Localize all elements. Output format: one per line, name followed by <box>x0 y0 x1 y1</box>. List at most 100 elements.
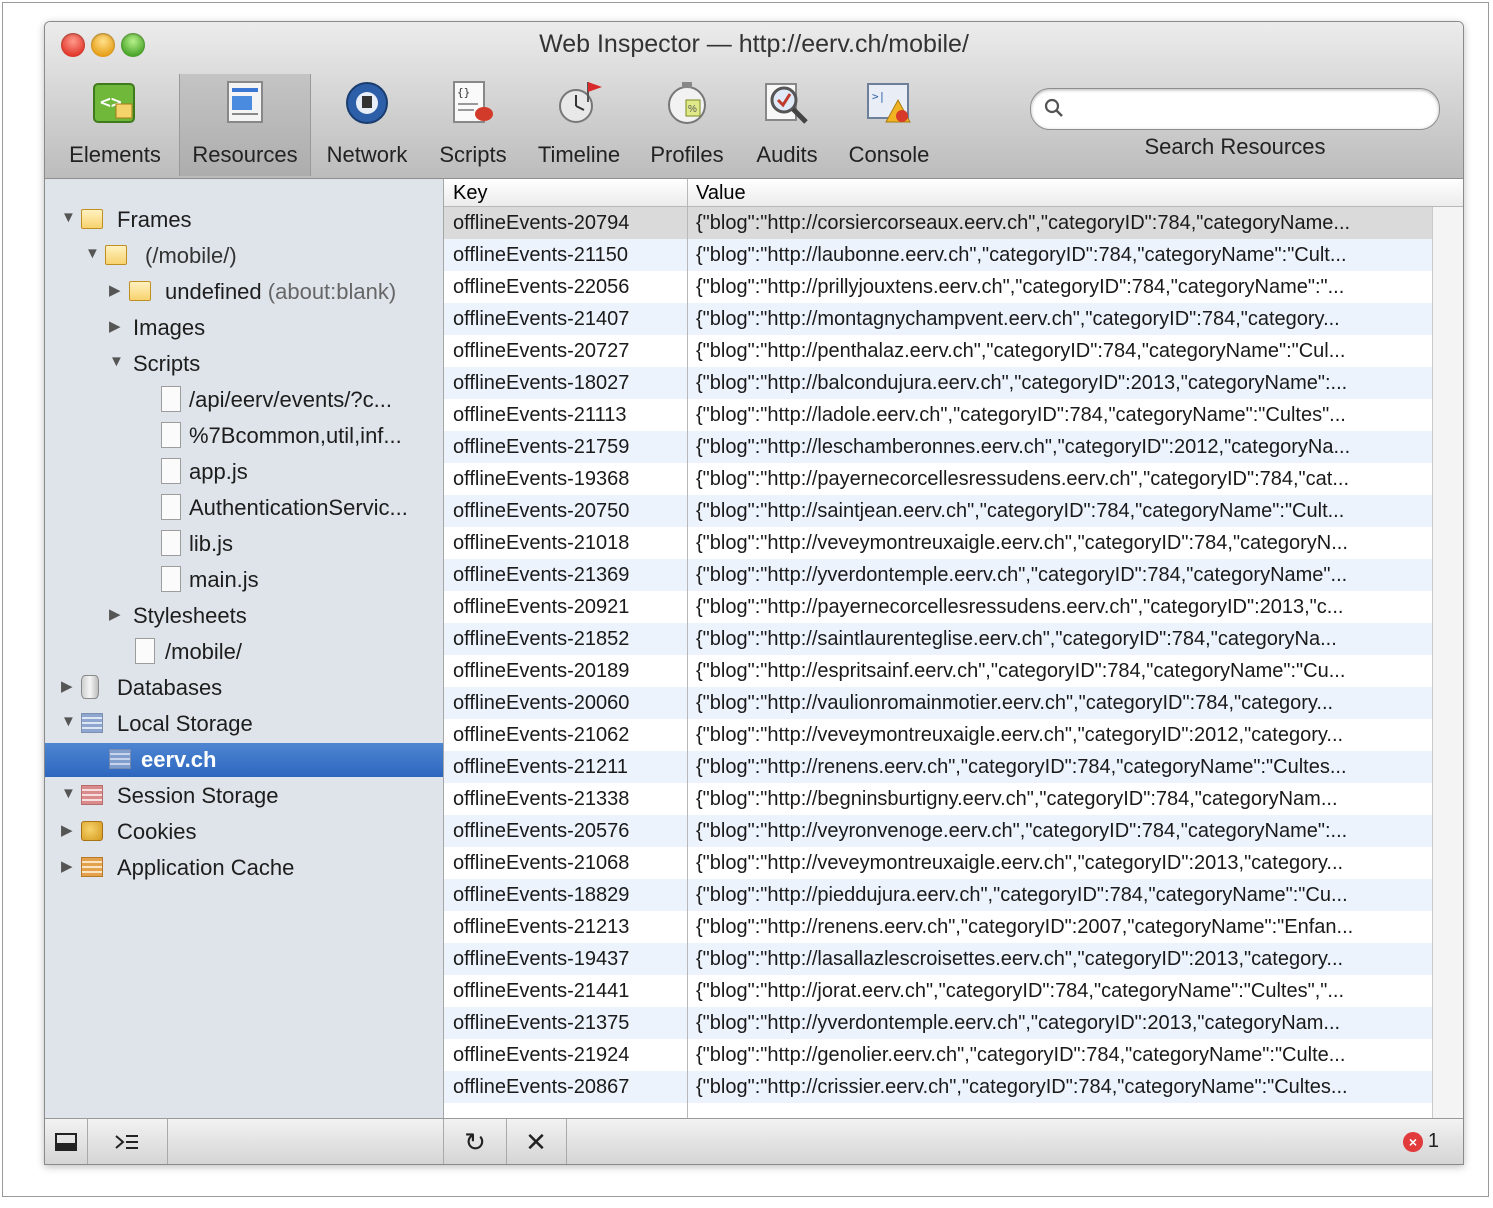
table-row[interactable]: offlineEvents-19368 {"blog":"http://payer… <box>444 463 1432 495</box>
application-cache-icon <box>81 857 103 877</box>
row-key: offlineEvents-21924 <box>453 1044 630 1066</box>
table-row[interactable]: offlineEvents-21338 {"blog":"http://begni… <box>444 783 1432 815</box>
table-row[interactable]: offlineEvents-21441 {"blog":"http://jorat… <box>444 975 1432 1007</box>
disclosure-collapsed-icon[interactable]: ▶ <box>61 677 73 695</box>
table-row[interactable]: offlineEvents-21213 {"blog":"http://renen… <box>444 911 1432 943</box>
tool-console[interactable]: >| Console <box>841 74 937 176</box>
tree-item-cookies[interactable]: ▶ Cookies <box>45 815 443 849</box>
table-row[interactable]: offlineEvents-20576 {"blog":"http://veyro… <box>444 815 1432 847</box>
search-resources-box[interactable] <box>1030 88 1440 130</box>
dock-button[interactable] <box>45 1119 88 1164</box>
row-key: offlineEvents-21759 <box>453 436 630 458</box>
tree-item-document[interactable]: /mobile/ <box>45 635 443 669</box>
tree-item-script[interactable]: app.js <box>45 455 443 489</box>
tool-network[interactable]: Network <box>317 74 417 176</box>
tool-audits[interactable]: Audits <box>745 74 829 176</box>
table-row[interactable]: offlineEvents-20794 {"blog":"http://corsi… <box>444 207 1432 239</box>
table-row[interactable]: offlineEvents-22056 {"blog":"http://prill… <box>444 271 1432 303</box>
row-value: {"blog":"http://ladole.eerv.ch","categor… <box>696 404 1346 426</box>
column-header-key[interactable]: Key <box>453 182 487 205</box>
table-row[interactable]: offlineEvents-20727 {"blog":"http://penth… <box>444 335 1432 367</box>
disclosure-collapsed-icon[interactable]: ▶ <box>109 317 121 335</box>
tree-item-local-storage-eerv[interactable]: eerv.ch <box>45 743 443 777</box>
error-count[interactable]: 1 <box>1428 1130 1439 1153</box>
tree-item-databases[interactable]: ▶ Databases <box>45 671 443 705</box>
table-row[interactable]: offlineEvents-21369 {"blog":"http://yverd… <box>444 559 1432 591</box>
table-row[interactable]: offlineEvents-20867 {"blog":"http://criss… <box>444 1071 1432 1103</box>
folder-icon <box>105 245 127 265</box>
tree-item-local-storage[interactable]: ▼ Local Storage <box>45 707 443 741</box>
console-toggle-button[interactable] <box>87 1119 168 1164</box>
window-title: Web Inspector — http://eerv.ch/mobile/ <box>539 30 969 58</box>
row-value: {"blog":"http://genolier.eerv.ch","categ… <box>696 1044 1346 1066</box>
table-row[interactable]: offlineEvents-20189 {"blog":"http://espri… <box>444 655 1432 687</box>
disclosure-expanded-icon[interactable]: ▼ <box>109 353 124 370</box>
table-row[interactable]: offlineEvents-21852 {"blog":"http://saint… <box>444 623 1432 655</box>
table-row[interactable]: offlineEvents-20060 {"blog":"http://vauli… <box>444 687 1432 719</box>
table-row[interactable]: offlineEvents-21068 {"blog":"http://vevey… <box>444 847 1432 879</box>
tool-label: Profiles <box>650 142 724 167</box>
svg-text:{}: {} <box>457 86 470 99</box>
tree-item-script[interactable]: /api/eerv/events/?c... <box>45 383 443 417</box>
row-value: {"blog":"http://montagnychampvent.eerv.c… <box>696 308 1340 330</box>
file-icon <box>161 566 181 592</box>
tree-item-session-storage[interactable]: ▼ Session Storage <box>45 779 443 813</box>
search-input[interactable] <box>1071 95 1425 123</box>
tool-scripts[interactable]: {} Scripts <box>433 74 513 176</box>
tree-item-label: (/mobile/) <box>145 243 237 268</box>
tool-resources[interactable]: Resources <box>179 74 311 176</box>
tool-label: Network <box>326 142 408 167</box>
tree-item-script[interactable]: %7Bcommon,util,inf... <box>45 419 443 453</box>
disclosure-collapsed-icon[interactable]: ▶ <box>61 857 73 875</box>
file-icon <box>161 458 181 484</box>
search-label: Search Resources <box>1144 134 1326 159</box>
disclosure-expanded-icon[interactable]: ▼ <box>85 245 100 262</box>
table-row[interactable]: offlineEvents-20921 {"blog":"http://payer… <box>444 591 1432 623</box>
table-row[interactable]: offlineEvents-21150 {"blog":"http://laubo… <box>444 239 1432 271</box>
disclosure-collapsed-icon[interactable]: ▶ <box>109 605 121 623</box>
vertical-scrollbar[interactable] <box>1432 207 1463 1118</box>
refresh-button[interactable]: ↻ <box>443 1119 507 1164</box>
table-row[interactable]: offlineEvents-21113 {"blog":"http://ladol… <box>444 399 1432 431</box>
file-icon <box>161 530 181 556</box>
disclosure-expanded-icon[interactable]: ▼ <box>61 209 76 226</box>
table-row[interactable]: offlineEvents-21062 {"blog":"http://vevey… <box>444 719 1432 751</box>
tree-item-scripts[interactable]: ▼ Scripts <box>45 347 443 381</box>
tree-item-application-cache[interactable]: ▶ Application Cache <box>45 851 443 885</box>
disclosure-collapsed-icon[interactable]: ▶ <box>109 281 121 299</box>
table-row[interactable]: offlineEvents-21924 {"blog":"http://genol… <box>444 1039 1432 1071</box>
table-header: Key Value <box>444 179 1463 207</box>
table-row[interactable]: offlineEvents-21375 {"blog":"http://yverd… <box>444 1007 1432 1039</box>
disclosure-expanded-icon[interactable]: ▼ <box>61 713 76 730</box>
tree-item-stylesheets[interactable]: ▶ Stylesheets <box>45 599 443 633</box>
tree-item-script[interactable]: AuthenticationServic... <box>45 491 443 525</box>
tree-item-label: undefined (about:blank) <box>165 279 396 305</box>
tree-item-undefined-frame[interactable]: ▶ undefined (about:blank) <box>45 275 443 309</box>
disclosure-collapsed-icon[interactable]: ▶ <box>61 821 73 839</box>
column-header-value[interactable]: Value <box>696 182 746 205</box>
tree-item-mobile-frame[interactable]: ▼ (/mobile/) <box>45 239 443 273</box>
resources-sidebar: ▼ Frames ▼ (/mobile/) ▶ undefined (about… <box>45 179 444 1118</box>
table-row[interactable]: offlineEvents-20750 {"blog":"http://saint… <box>444 495 1432 527</box>
tool-profiles[interactable]: % Profiles <box>645 74 729 176</box>
database-icon <box>81 675 99 699</box>
tree-item-script[interactable]: main.js <box>45 563 443 597</box>
tree-item-frames[interactable]: ▼ Frames <box>45 203 443 237</box>
table-row[interactable]: offlineEvents-18027 {"blog":"http://balco… <box>444 367 1432 399</box>
table-row[interactable]: offlineEvents-19437 {"blog":"http://lasal… <box>444 943 1432 975</box>
row-key: offlineEvents-21113 <box>453 404 627 426</box>
table-row[interactable]: offlineEvents-21211 {"blog":"http://renen… <box>444 751 1432 783</box>
table-row[interactable]: offlineEvents-21407 {"blog":"http://monta… <box>444 303 1432 335</box>
disclosure-expanded-icon[interactable]: ▼ <box>61 785 76 802</box>
tool-elements[interactable]: <> Elements <box>63 74 167 176</box>
tool-timeline[interactable]: Timeline <box>529 74 629 176</box>
table-row[interactable]: offlineEvents-21018 {"blog":"http://vevey… <box>444 527 1432 559</box>
row-value: {"blog":"http://renens.eerv.ch","categor… <box>696 756 1347 778</box>
delete-button[interactable]: ✕ <box>506 1119 567 1164</box>
table-row[interactable]: offlineEvents-18829 {"blog":"http://piedd… <box>444 879 1432 911</box>
tree-item-images[interactable]: ▶ Images <box>45 311 443 345</box>
error-icon[interactable]: × <box>1403 1132 1423 1152</box>
table-row[interactable]: offlineEvents-21759 {"blog":"http://lesch… <box>444 431 1432 463</box>
tree-item-script[interactable]: lib.js <box>45 527 443 561</box>
column-divider[interactable] <box>687 179 688 1118</box>
